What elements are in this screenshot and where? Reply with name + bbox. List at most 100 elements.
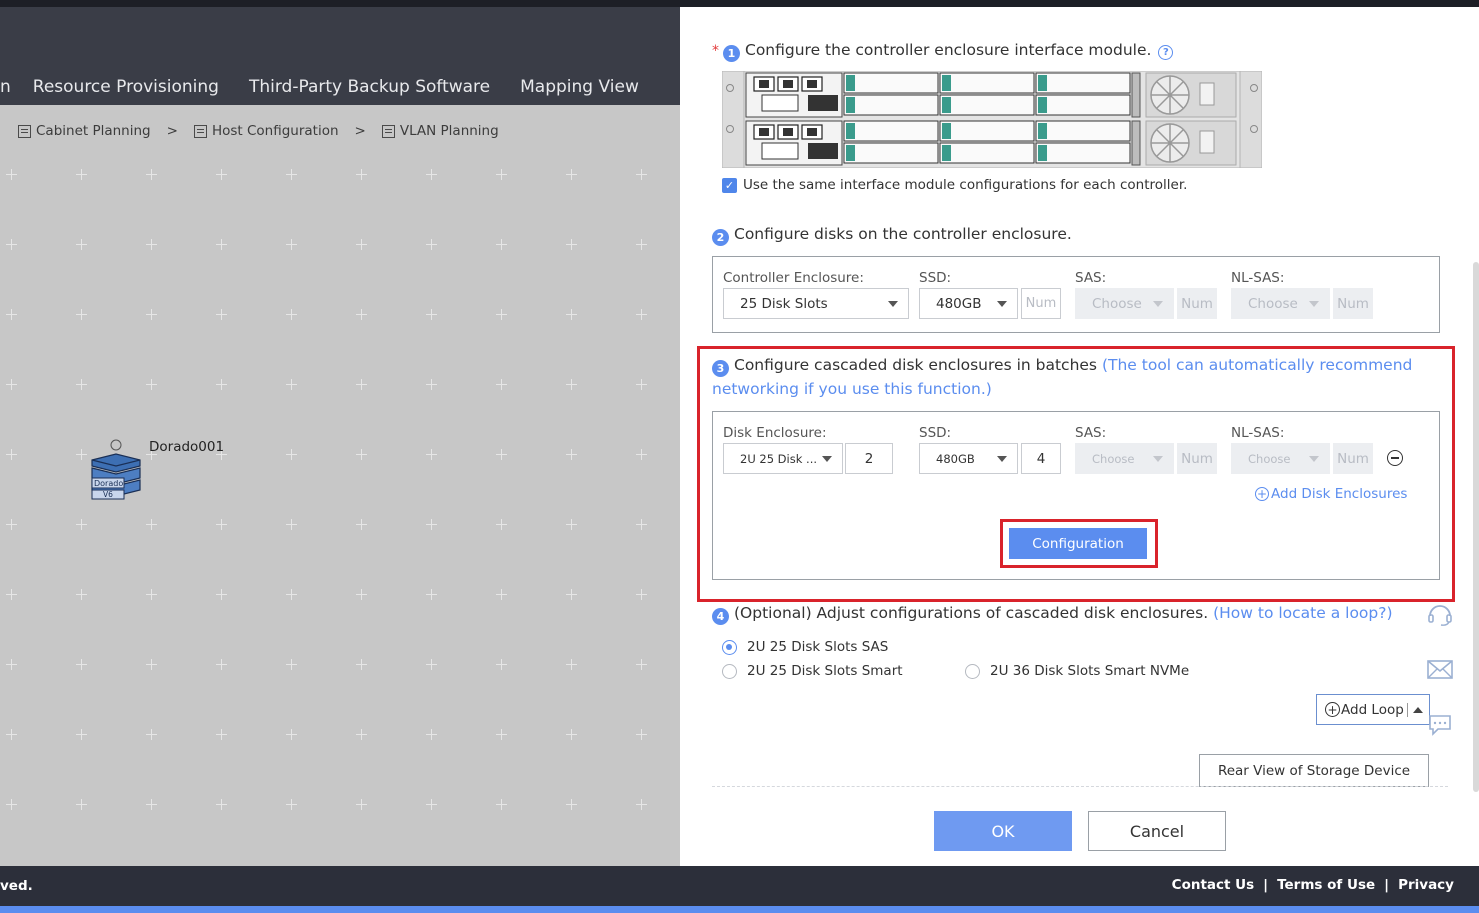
locate-loop-link[interactable]: (How to locate a loop?): [1213, 604, 1392, 622]
sas-select[interactable]: Choose: [1075, 288, 1174, 319]
required-mark: *: [712, 43, 719, 59]
disk-enclosure-count-input[interactable]: 2: [845, 443, 893, 474]
same-config-label: Use the same interface module configurat…: [743, 177, 1188, 193]
controller-enclosure-image[interactable]: [722, 71, 1262, 168]
ssd-label: SSD:: [919, 270, 952, 286]
grid-plus-mark: [216, 729, 227, 740]
nav-item-third-party-backup[interactable]: Third-Party Backup Software: [249, 77, 490, 97]
nlsas-label: NL-SAS:: [1231, 270, 1285, 286]
grid-plus-mark: [76, 169, 87, 180]
footer-link-contact[interactable]: Contact Us: [1172, 877, 1255, 893]
ssd-num-input[interactable]: Num: [1021, 288, 1061, 319]
breadcrumb-host-configuration[interactable]: Host Configuration: [193, 123, 339, 139]
grid-plus-mark: [496, 169, 507, 180]
storage-device-icon[interactable]: Dorado V6: [88, 438, 144, 508]
step2-number: 2: [712, 229, 729, 246]
help-icon[interactable]: ?: [1158, 45, 1174, 60]
breadcrumb-separator: >: [166, 123, 178, 139]
configuration-button[interactable]: Configuration: [1009, 528, 1147, 559]
nlsas-select[interactable]: Choose: [1231, 288, 1330, 319]
grid-plus-mark: [286, 169, 297, 180]
checkbox-checked-icon[interactable]: ✓: [722, 177, 737, 193]
select-value: Choose: [1248, 295, 1298, 312]
vlan-icon: [381, 124, 395, 138]
add-loop-button[interactable]: + Add Loop: [1316, 694, 1430, 725]
grid-plus-mark: [216, 379, 227, 390]
remove-row-icon[interactable]: [1387, 450, 1403, 466]
radio-icon[interactable]: [722, 663, 737, 679]
mail-icon[interactable]: [1427, 660, 1453, 679]
grid-plus-mark: [146, 379, 157, 390]
option-label: 2U 25 Disk Slots SAS: [747, 639, 889, 655]
step1-title: * 1 Configure the controller enclosure int…: [712, 41, 1174, 62]
breadcrumb-label: Host Configuration: [211, 123, 339, 139]
grid-plus-mark: [636, 519, 647, 530]
ok-button[interactable]: OK: [934, 811, 1072, 851]
radio-icon[interactable]: [965, 663, 980, 679]
ssd-count-input[interactable]: 4: [1021, 443, 1061, 474]
ssd-select[interactable]: 480GB: [919, 288, 1018, 319]
grid-plus-mark: [426, 519, 437, 530]
step2-title-text: Configure disks on the controller enclos…: [734, 225, 1072, 243]
nav-item-truncated[interactable]: n: [0, 77, 11, 97]
select-value: Choose: [1092, 295, 1142, 312]
option-2u36-smart-nvme[interactable]: 2U 36 Disk Slots Smart NVMe: [965, 663, 1189, 679]
grid-plus-mark: [496, 239, 507, 250]
grid-plus-mark: [426, 589, 437, 600]
rear-view-button[interactable]: Rear View of Storage Device: [1199, 754, 1429, 787]
grid-plus-mark: [76, 589, 87, 600]
controller-enclosure-label: Controller Enclosure:: [723, 270, 864, 286]
ssd-select[interactable]: 480GB: [919, 443, 1018, 474]
grid-plus-mark: [216, 589, 227, 600]
controller-enclosure-select[interactable]: 25 Disk Slots: [723, 288, 909, 319]
disk-enclosure-select[interactable]: 2U 25 Disk ...: [723, 443, 843, 474]
step3-number: 3: [712, 360, 729, 377]
topology-canvas[interactable]: Cabinet Planning > Host Configuration > …: [0, 105, 680, 866]
add-loop-label: Add Loop: [1341, 701, 1404, 718]
breadcrumb-separator: >: [354, 123, 366, 139]
footer-link-terms[interactable]: Terms of Use: [1277, 877, 1375, 893]
panel-scrollbar[interactable]: [1473, 262, 1479, 792]
grid-plus-mark: [76, 309, 87, 320]
nlsas-label: NL-SAS:: [1231, 425, 1285, 441]
cancel-button[interactable]: Cancel: [1088, 811, 1226, 851]
footer-link-privacy[interactable]: Privacy: [1398, 877, 1454, 893]
same-config-checkbox-row[interactable]: ✓ Use the same interface module configur…: [722, 177, 1187, 193]
nav-item-mapping-view[interactable]: Mapping View: [520, 77, 639, 97]
nlsas-select[interactable]: Choose: [1231, 443, 1330, 474]
grid-plus-mark: [496, 309, 507, 320]
grid-plus-mark: [146, 239, 157, 250]
radio-selected-icon[interactable]: [722, 639, 737, 655]
grid-plus-mark: [146, 659, 157, 670]
sas-label: SAS:: [1075, 425, 1107, 441]
breadcrumb-cabinet-planning[interactable]: Cabinet Planning: [18, 123, 151, 139]
nlsas-num-input[interactable]: Num: [1333, 288, 1373, 319]
grid-plus-mark: [76, 519, 87, 530]
chat-icon[interactable]: [1428, 714, 1452, 736]
grid-plus-mark: [566, 309, 577, 320]
select-value: 480GB: [936, 451, 975, 466]
option-2u25-smart[interactable]: 2U 25 Disk Slots Smart: [722, 663, 903, 679]
option-2u25-sas[interactable]: 2U 25 Disk Slots SAS: [722, 639, 888, 655]
grid-plus-mark: [566, 169, 577, 180]
sas-num-input[interactable]: Num: [1177, 443, 1217, 474]
grid-plus-mark: [286, 589, 297, 600]
grid-plus-mark: [496, 379, 507, 390]
nlsas-num-input[interactable]: Num: [1333, 443, 1373, 474]
add-disk-enclosures-label: Add Disk Enclosures: [1271, 486, 1408, 502]
select-value: Choose: [1092, 451, 1135, 466]
sas-num-input[interactable]: Num: [1177, 288, 1217, 319]
add-disk-enclosures-link[interactable]: + Add Disk Enclosures: [1255, 486, 1407, 502]
grid-plus-mark: [636, 449, 647, 460]
caret-up-icon[interactable]: [1412, 706, 1423, 713]
breadcrumb-vlan-planning[interactable]: VLAN Planning: [381, 123, 499, 139]
device-badge-line1: Dorado: [94, 479, 123, 488]
grid-plus-mark: [496, 729, 507, 740]
headset-icon[interactable]: [1426, 601, 1454, 627]
sas-select[interactable]: Choose: [1075, 443, 1174, 474]
select-value: 480GB: [936, 295, 982, 312]
select-value: 2U 25 Disk ...: [740, 451, 818, 466]
grid-plus-mark: [356, 449, 367, 460]
grid-plus-mark: [146, 589, 157, 600]
nav-item-resource-provisioning[interactable]: Resource Provisioning: [33, 77, 219, 97]
